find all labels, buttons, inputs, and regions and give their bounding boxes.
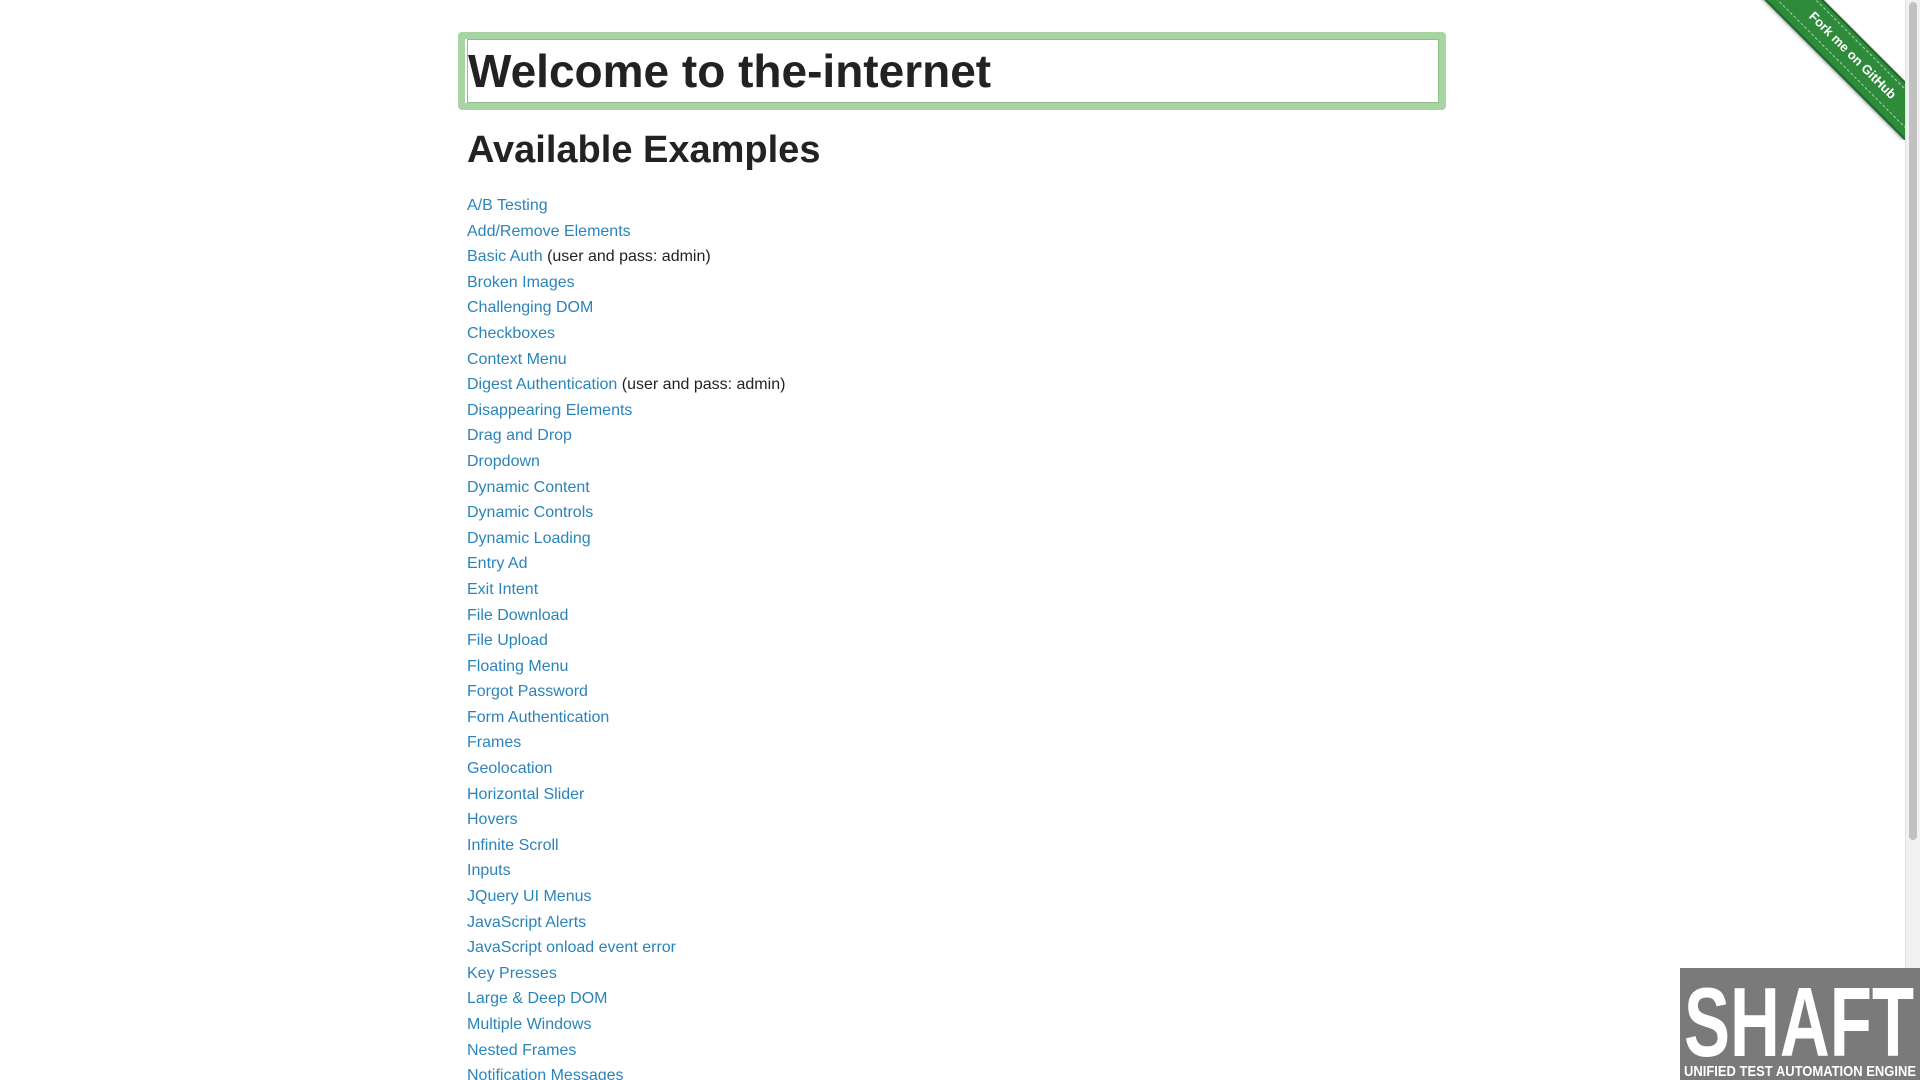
example-note: (user and pass: admin) — [547, 248, 711, 266]
list-item: Multiple Windows — [467, 1012, 1446, 1038]
example-link[interactable]: Dynamic Controls — [467, 504, 593, 521]
example-link[interactable]: Key Presses — [467, 965, 557, 982]
list-item: Checkboxes — [467, 321, 1446, 347]
list-item: Basic Auth (user and pass: admin) — [467, 244, 1446, 270]
fork-on-github-ribbon[interactable]: Fork me on GitHub — [1730, 0, 1920, 140]
example-link[interactable]: Entry Ad — [467, 555, 527, 572]
vertical-scrollbar[interactable] — [1905, 0, 1920, 1080]
list-item: Inputs — [467, 858, 1446, 884]
example-link[interactable]: Exit Intent — [467, 581, 538, 598]
list-item: JavaScript onload event error — [467, 935, 1446, 961]
list-item: Add/Remove Elements — [467, 219, 1446, 245]
example-link[interactable]: Disappearing Elements — [467, 402, 632, 419]
shaft-tagline: UNIFIED TEST AUTOMATION ENGINE — [1684, 1063, 1916, 1080]
example-link[interactable]: Multiple Windows — [467, 1016, 591, 1033]
example-link[interactable]: File Upload — [467, 632, 548, 649]
example-link[interactable]: Hovers — [467, 811, 518, 828]
list-item: Geolocation — [467, 756, 1446, 782]
list-item: Hovers — [467, 807, 1446, 833]
list-item: JQuery UI Menus — [467, 884, 1446, 910]
example-note: (user and pass: admin) — [621, 376, 786, 394]
example-link[interactable]: Floating Menu — [467, 658, 568, 675]
ribbon-label: Fork me on GitHub — [1754, 0, 1920, 140]
example-link[interactable]: Dropdown — [467, 453, 540, 470]
list-item: Notification Messages — [467, 1063, 1446, 1080]
example-link[interactable]: JavaScript Alerts — [467, 914, 586, 931]
example-link[interactable]: Infinite Scroll — [467, 837, 559, 854]
list-item: Dynamic Content — [467, 475, 1446, 501]
list-item: File Download — [467, 603, 1446, 629]
example-link[interactable]: Geolocation — [467, 760, 552, 777]
list-item: Horizontal Slider — [467, 782, 1446, 808]
example-link[interactable]: Drag and Drop — [467, 427, 572, 444]
list-item: File Upload — [467, 628, 1446, 654]
example-link[interactable]: Nested Frames — [467, 1042, 576, 1059]
list-item: Dynamic Controls — [467, 500, 1446, 526]
ribbon-band: Fork me on GitHub — [1747, 0, 1920, 140]
shaft-logo: SHAFT UNIFIED TEST AUTOMATION ENGINE — [1680, 968, 1920, 1080]
example-link[interactable]: Challenging DOM — [467, 299, 593, 316]
example-link[interactable]: Forgot Password — [467, 683, 588, 700]
example-link[interactable]: Frames — [467, 734, 521, 751]
page-header: Welcome to the-internet — [458, 32, 1446, 110]
examples-heading: Available Examples — [467, 129, 821, 171]
list-item: Dynamic Loading — [467, 526, 1446, 552]
list-item: Exit Intent — [467, 577, 1446, 603]
example-link[interactable]: Checkboxes — [467, 325, 555, 342]
list-item: Broken Images — [467, 270, 1446, 296]
example-link[interactable]: Inputs — [467, 862, 511, 879]
list-item: Disappearing Elements — [467, 398, 1446, 424]
list-item: Infinite Scroll — [467, 833, 1446, 859]
list-item: Floating Menu — [467, 654, 1446, 680]
shaft-logo-image: SHAFT UNIFIED TEST AUTOMATION ENGINE — [1680, 968, 1920, 1080]
shaft-wordmark: SHAFT — [1684, 968, 1914, 1077]
example-link[interactable]: A/B Testing — [467, 197, 548, 214]
list-item: Large & Deep DOM — [467, 986, 1446, 1012]
list-item: Nested Frames — [467, 1038, 1446, 1064]
example-link[interactable]: Horizontal Slider — [467, 786, 584, 803]
example-link[interactable]: Add/Remove Elements — [467, 223, 631, 240]
example-link[interactable]: Dynamic Loading — [467, 530, 591, 547]
example-link[interactable]: JQuery UI Menus — [467, 888, 591, 905]
example-link[interactable]: Context Menu — [467, 351, 567, 368]
list-item: Digest Authentication (user and pass: ad… — [467, 372, 1446, 398]
page: Welcome to the-internet Available Exampl… — [0, 0, 1920, 1080]
list-item: Context Menu — [467, 347, 1446, 373]
examples-list: A/B Testing Add/Remove Elements Basic Auth… — [467, 193, 1446, 1080]
list-item: Dropdown — [467, 449, 1446, 475]
list-item: A/B Testing — [467, 193, 1446, 219]
page-title: Welcome to the-internet — [468, 45, 992, 97]
list-item: Form Authentication — [467, 705, 1446, 731]
list-item: Entry Ad — [467, 551, 1446, 577]
example-link[interactable]: File Download — [467, 607, 568, 624]
list-item: JavaScript Alerts — [467, 910, 1446, 936]
example-link[interactable]: Notification Messages — [467, 1067, 624, 1080]
list-item: Key Presses — [467, 961, 1446, 987]
example-link[interactable]: Basic Auth — [467, 248, 543, 265]
list-item: Forgot Password — [467, 679, 1446, 705]
page-header-inner: Welcome to the-internet — [467, 39, 1439, 103]
example-link[interactable]: Form Authentication — [467, 709, 609, 726]
example-link[interactable]: Digest Authentication — [467, 376, 617, 393]
example-link[interactable]: JavaScript onload event error — [467, 939, 676, 956]
list-item: Challenging DOM — [467, 295, 1446, 321]
example-link[interactable]: Large & Deep DOM — [467, 990, 608, 1007]
content: Welcome to the-internet Available Exampl… — [458, 32, 1446, 1080]
example-link[interactable]: Dynamic Content — [467, 479, 590, 496]
list-item: Frames — [467, 730, 1446, 756]
example-link[interactable]: Broken Images — [467, 274, 575, 291]
list-item: Drag and Drop — [467, 423, 1446, 449]
scrollbar-thumb[interactable] — [1909, 2, 1917, 840]
